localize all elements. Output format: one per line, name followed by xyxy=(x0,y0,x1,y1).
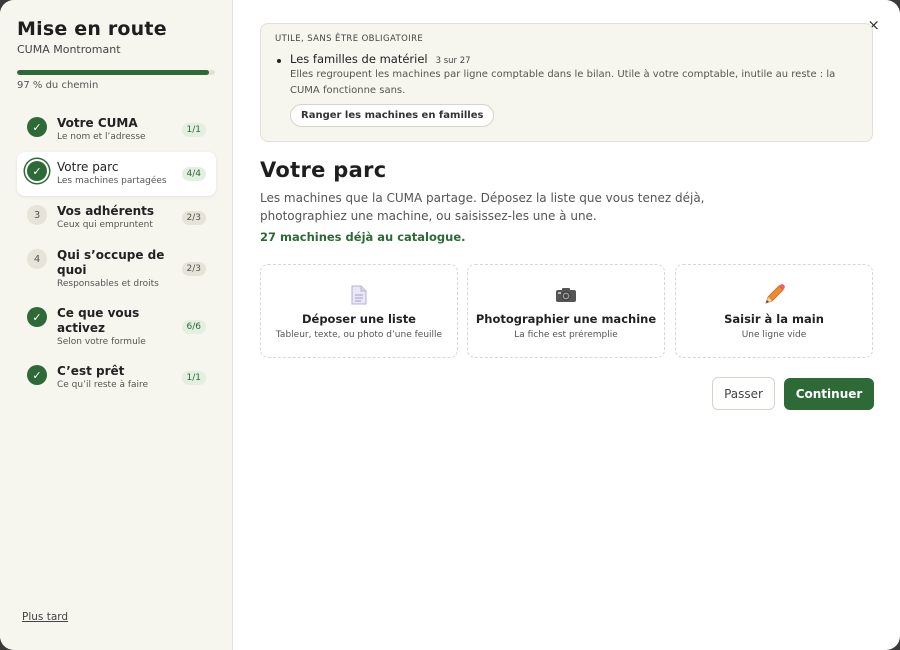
step-votre-parc[interactable]: ✓ Votre parc Les machines partagées 4/4 xyxy=(17,152,216,196)
continue-button[interactable]: Continuer xyxy=(784,378,874,410)
step-ce-que-vous-activez[interactable]: ✓ Ce que vous activez Selon votre formul… xyxy=(17,298,216,356)
check-icon: ✓ xyxy=(27,161,47,181)
card-desc: Une ligne vide xyxy=(741,330,807,340)
card-desc: Tableur, texte, ou photo d’une feuille xyxy=(275,330,443,340)
tip-item: Les familles de matériel 3 sur 27 xyxy=(275,52,858,66)
sidebar: Mise en route CUMA Montromant 97 % du ch… xyxy=(0,0,233,650)
step-list: ✓ Votre CUMA Le nom et l’adresse 1/1 ✓ V… xyxy=(17,108,216,400)
manual-entry-card[interactable]: Saisir à la main Une ligne vide xyxy=(675,264,873,358)
card-title: Déposer une liste xyxy=(301,312,416,326)
tip-box: UTILE, SANS ÊTRE OBLIGATOIRE Les famille… xyxy=(260,23,873,142)
card-title: Saisir à la main xyxy=(724,312,824,326)
card-title: Photographier une machine xyxy=(475,312,657,326)
group-families-button[interactable]: Ranger les machines en familles xyxy=(290,104,495,127)
step-vos-adherents[interactable]: 3 Vos adhérents Ceux qui empruntent 2/3 xyxy=(17,196,216,240)
check-icon: ✓ xyxy=(27,307,47,327)
step-number: 3 xyxy=(27,205,47,225)
step-desc: Selon votre formule xyxy=(57,337,146,347)
organization-name: CUMA Montromant xyxy=(17,43,121,56)
photograph-machine-card[interactable]: Photographier une machine La fiche est p… xyxy=(467,264,665,358)
step-qui-soccupe-de-quoi[interactable]: 4 Qui s’occupe de quoi Responsables et d… xyxy=(17,240,216,298)
tip-count: 3 sur 27 xyxy=(435,56,471,66)
main-panel: × UTILE, SANS ÊTRE OBLIGATOIRE Les famil… xyxy=(234,0,900,650)
step-badge: 1/1 xyxy=(181,123,206,137)
step-badge: 6/6 xyxy=(181,320,206,334)
check-icon: ✓ xyxy=(27,365,47,385)
step-badge: 2/3 xyxy=(181,262,206,276)
tip-title: Les familles de matériel xyxy=(290,52,428,66)
onboarding-window: Mise en route CUMA Montromant 97 % du ch… xyxy=(0,0,900,650)
tip-kicker: UTILE, SANS ÊTRE OBLIGATOIRE xyxy=(275,34,424,44)
progress-label: 97 % du chemin xyxy=(17,80,99,91)
step-number: 4 xyxy=(27,249,47,269)
progress-bar xyxy=(17,70,215,75)
step-votre-cuma[interactable]: ✓ Votre CUMA Le nom et l’adresse 1/1 xyxy=(17,108,216,152)
bullet-icon xyxy=(277,59,281,63)
card-desc: La fiche est préremplie xyxy=(514,330,618,340)
sidebar-title: Mise en route xyxy=(17,18,167,40)
camera-icon xyxy=(468,283,664,307)
upload-list-card[interactable]: Déposer une liste Tableur, texte, ou pho… xyxy=(260,264,458,358)
later-link[interactable]: Plus tard xyxy=(22,611,68,623)
step-badge: 1/1 xyxy=(181,371,206,385)
skip-button[interactable]: Passer xyxy=(712,377,775,410)
page-lead: Les machines que la CUMA partage. Dépose… xyxy=(260,191,705,223)
catalog-count: 27 machines déjà au catalogue. xyxy=(260,230,466,244)
step-badge: 2/3 xyxy=(181,211,206,225)
page-title: Votre parc xyxy=(260,158,387,182)
pencil-icon xyxy=(676,283,872,307)
step-cest-pret[interactable]: ✓ C’est prêt Ce qu’il reste à faire 1/1 xyxy=(17,356,216,400)
step-badge: 4/4 xyxy=(181,167,206,181)
progress-fill xyxy=(17,70,210,75)
check-icon: ✓ xyxy=(27,117,47,137)
document-icon xyxy=(261,283,457,307)
tip-desc: Elles regroupent les machines par ligne … xyxy=(290,69,836,96)
action-cards: Déposer une liste Tableur, texte, ou pho… xyxy=(260,264,873,358)
step-desc: Responsables et droits xyxy=(57,279,159,289)
